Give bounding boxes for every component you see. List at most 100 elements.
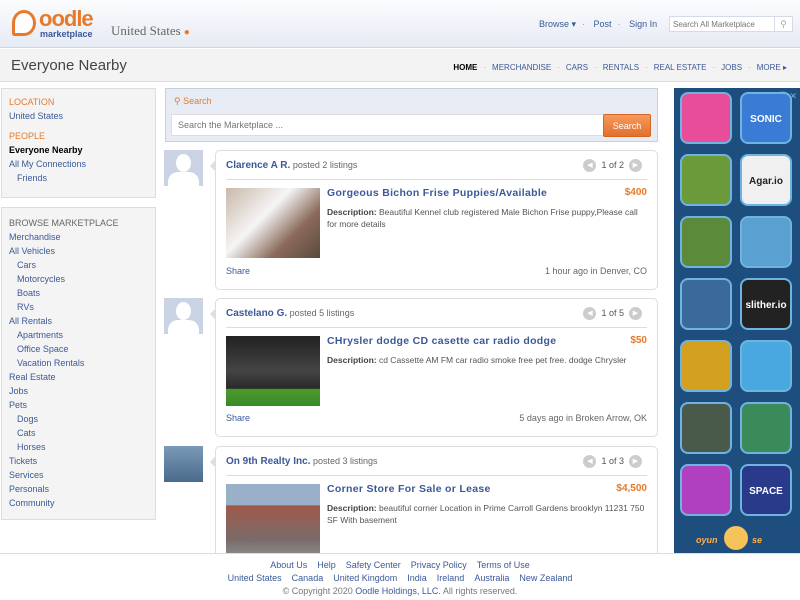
game-tile[interactable] (680, 278, 732, 330)
search-label: ⚲ Search (174, 96, 212, 106)
top-search-input[interactable] (670, 17, 774, 31)
share-link[interactable]: Share (226, 266, 250, 276)
browse-jobs[interactable]: Jobs (9, 384, 148, 398)
logo-icon (12, 10, 36, 36)
listing-price: $4,500 (616, 483, 647, 494)
country-link[interactable]: India (407, 573, 427, 583)
sign-in-link[interactable]: Sign In (629, 19, 657, 29)
game-ad[interactable]: ⓘ ✕ oyun se SONICAgar.ioslither.ioSPACE (674, 88, 800, 553)
game-tile[interactable] (680, 340, 732, 392)
listing-time-location: 1 hour ago in Denver, CO (544, 266, 647, 276)
browse-community[interactable]: Community (9, 496, 148, 510)
country-link[interactable]: New Zealand (519, 573, 572, 583)
browse-panel: BROWSE MARKETPLACE Merchandise All Vehicl… (1, 207, 156, 520)
listing-title[interactable]: Corner Store For Sale or Lease (327, 483, 491, 495)
game-tile[interactable]: Agar.io (740, 154, 792, 206)
all-connections-link[interactable]: All My Connections (9, 157, 148, 171)
browse-all-vehicles[interactable]: All Vehicles (9, 244, 148, 258)
game-tile[interactable] (740, 216, 792, 268)
prev-arrow-icon[interactable]: ◀ (583, 159, 597, 172)
poster-name[interactable]: Clarence A R. (226, 160, 290, 171)
listing-thumbnail[interactable] (226, 188, 320, 258)
top-search: ⚲ (669, 16, 793, 32)
game-tile[interactable] (740, 402, 792, 454)
game-tile[interactable]: slither.io (740, 278, 792, 330)
footer-link[interactable]: Privacy Policy (411, 560, 467, 570)
poster-name[interactable]: On 9th Realty Inc. (226, 456, 310, 467)
country-link[interactable]: United Kingdom (333, 573, 397, 583)
browse-horses[interactable]: Horses (9, 440, 148, 454)
listing-thumbnail[interactable] (226, 336, 320, 406)
browse-vacation-rentals[interactable]: Vacation Rentals (9, 356, 148, 370)
people-heading: PEOPLE (9, 131, 46, 141)
browse-services[interactable]: Services (9, 468, 148, 482)
country-link[interactable]: Canada (292, 573, 324, 583)
browse-heading: BROWSE MARKETPLACE (9, 218, 119, 228)
browse-cars[interactable]: Cars (9, 258, 148, 272)
next-arrow-icon[interactable]: ▶ (629, 159, 642, 172)
listing-description: Description: cd Cassette AM FM car radio… (327, 354, 647, 366)
nav-jobs[interactable]: JOBS (721, 63, 742, 72)
browse-real-estate[interactable]: Real Estate (9, 370, 148, 384)
location-selector[interactable]: United States ● (111, 23, 190, 39)
footer-link[interactable]: Safety Center (346, 560, 401, 570)
friends-link[interactable]: Friends (9, 171, 148, 185)
game-tile[interactable] (740, 340, 792, 392)
browse-merchandise[interactable]: Merchandise (9, 230, 148, 244)
user-avatar[interactable] (164, 446, 203, 482)
game-tile[interactable]: SPACE (740, 464, 792, 516)
footer-link[interactable]: About Us (270, 560, 307, 570)
browse-cats[interactable]: Cats (9, 426, 148, 440)
nav-home[interactable]: HOME (453, 63, 477, 72)
nav-real-estate[interactable]: REAL ESTATE (654, 63, 707, 72)
nav-cars[interactable]: CARS (566, 63, 588, 72)
next-arrow-icon[interactable]: ▶ (629, 307, 642, 320)
browse-boats[interactable]: Boats (9, 286, 148, 300)
location-link[interactable]: United States (9, 109, 148, 123)
country-link[interactable]: Ireland (437, 573, 465, 583)
browse-apartments[interactable]: Apartments (9, 328, 148, 342)
browse-personals[interactable]: Personals (9, 482, 148, 496)
listing-thumbnail[interactable] (226, 484, 320, 554)
company-link[interactable]: Oodle Holdings, LLC. (355, 586, 441, 596)
avatar-body (168, 320, 199, 334)
listing-title[interactable]: Gorgeous Bichon Frise Puppies/Available (327, 187, 547, 199)
nav-more[interactable]: MORE ▸ (757, 63, 787, 72)
marketplace-search-input[interactable] (171, 114, 604, 136)
browse-menu[interactable]: Browse ▾ (539, 19, 576, 29)
nav-merchandise[interactable]: MERCHANDISE (492, 63, 551, 72)
footer-link[interactable]: Help (317, 560, 336, 570)
footer-link[interactable]: Terms of Use (477, 560, 530, 570)
game-tile[interactable] (680, 154, 732, 206)
browse-rvs[interactable]: RVs (9, 300, 148, 314)
game-tile[interactable] (680, 92, 732, 144)
share-link[interactable]: Share (226, 413, 250, 423)
user-avatar[interactable] (164, 150, 203, 186)
country-link[interactable]: Australia (474, 573, 509, 583)
user-avatar[interactable] (164, 298, 203, 334)
poster-name[interactable]: Castelano G. (226, 308, 287, 319)
oodle-logo[interactable]: oodle marketplace (12, 6, 107, 40)
divider (226, 475, 647, 476)
browse-motorcycles[interactable]: Motorcycles (9, 272, 148, 286)
country-link[interactable]: United States (228, 573, 282, 583)
listing-title[interactable]: CHrysler dodge CD casette car radio dodg… (327, 335, 556, 347)
search-icon[interactable]: ⚲ (774, 17, 792, 31)
browse-all-rentals[interactable]: All Rentals (9, 314, 148, 328)
game-tile[interactable]: SONIC (740, 92, 792, 144)
browse-office-space[interactable]: Office Space (9, 342, 148, 356)
next-arrow-icon[interactable]: ▶ (629, 455, 642, 468)
game-tile[interactable] (680, 216, 732, 268)
avatar-body (168, 172, 199, 186)
listing-price: $400 (624, 187, 647, 198)
nav-rentals[interactable]: RENTALS (603, 63, 639, 72)
search-button[interactable]: Search (603, 114, 651, 137)
post-link[interactable]: Post (594, 19, 612, 29)
prev-arrow-icon[interactable]: ◀ (583, 307, 597, 320)
game-tile[interactable] (680, 402, 732, 454)
browse-dogs[interactable]: Dogs (9, 412, 148, 426)
browse-tickets[interactable]: Tickets (9, 454, 148, 468)
browse-pets[interactable]: Pets (9, 398, 148, 412)
game-tile[interactable] (680, 464, 732, 516)
prev-arrow-icon[interactable]: ◀ (583, 455, 597, 468)
